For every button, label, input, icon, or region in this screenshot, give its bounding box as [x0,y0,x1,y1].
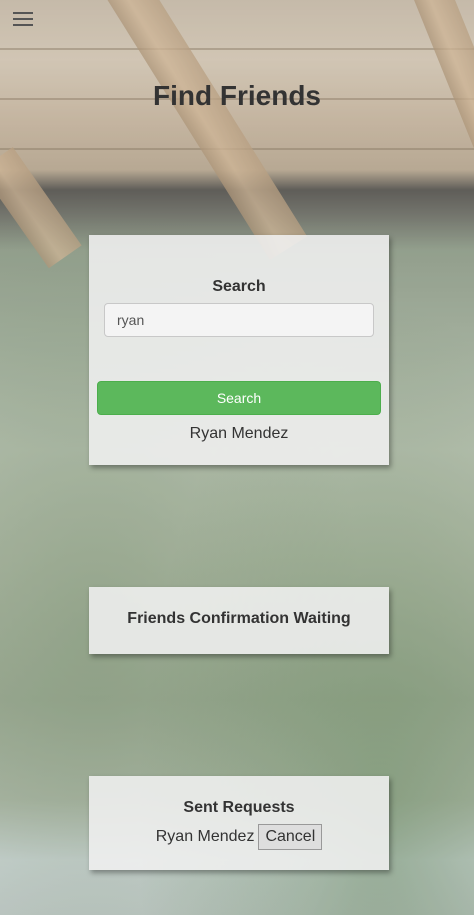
search-heading: Search [212,278,266,295]
sent-requests-card: Sent Requests Ryan Mendez Cancel [89,776,389,870]
sent-request-name: Ryan Mendez [155,828,255,845]
friends-confirmation-waiting-card: Friends Confirmation Waiting [89,587,389,654]
search-result-item[interactable]: Ryan Mendez [89,425,389,443]
page-title: Find Friends [153,80,321,111]
search-input[interactable] [104,303,374,337]
hamburger-menu-icon[interactable] [13,11,33,27]
search-card: Search Search Ryan Mendez [89,235,389,465]
waiting-heading: Friends Confirmation Waiting [127,610,351,627]
sent-request-row: Ryan Mendez Cancel [89,824,389,850]
search-button[interactable]: Search [97,381,381,415]
cancel-request-button[interactable]: Cancel [258,824,323,850]
sent-requests-heading: Sent Requests [183,799,295,816]
